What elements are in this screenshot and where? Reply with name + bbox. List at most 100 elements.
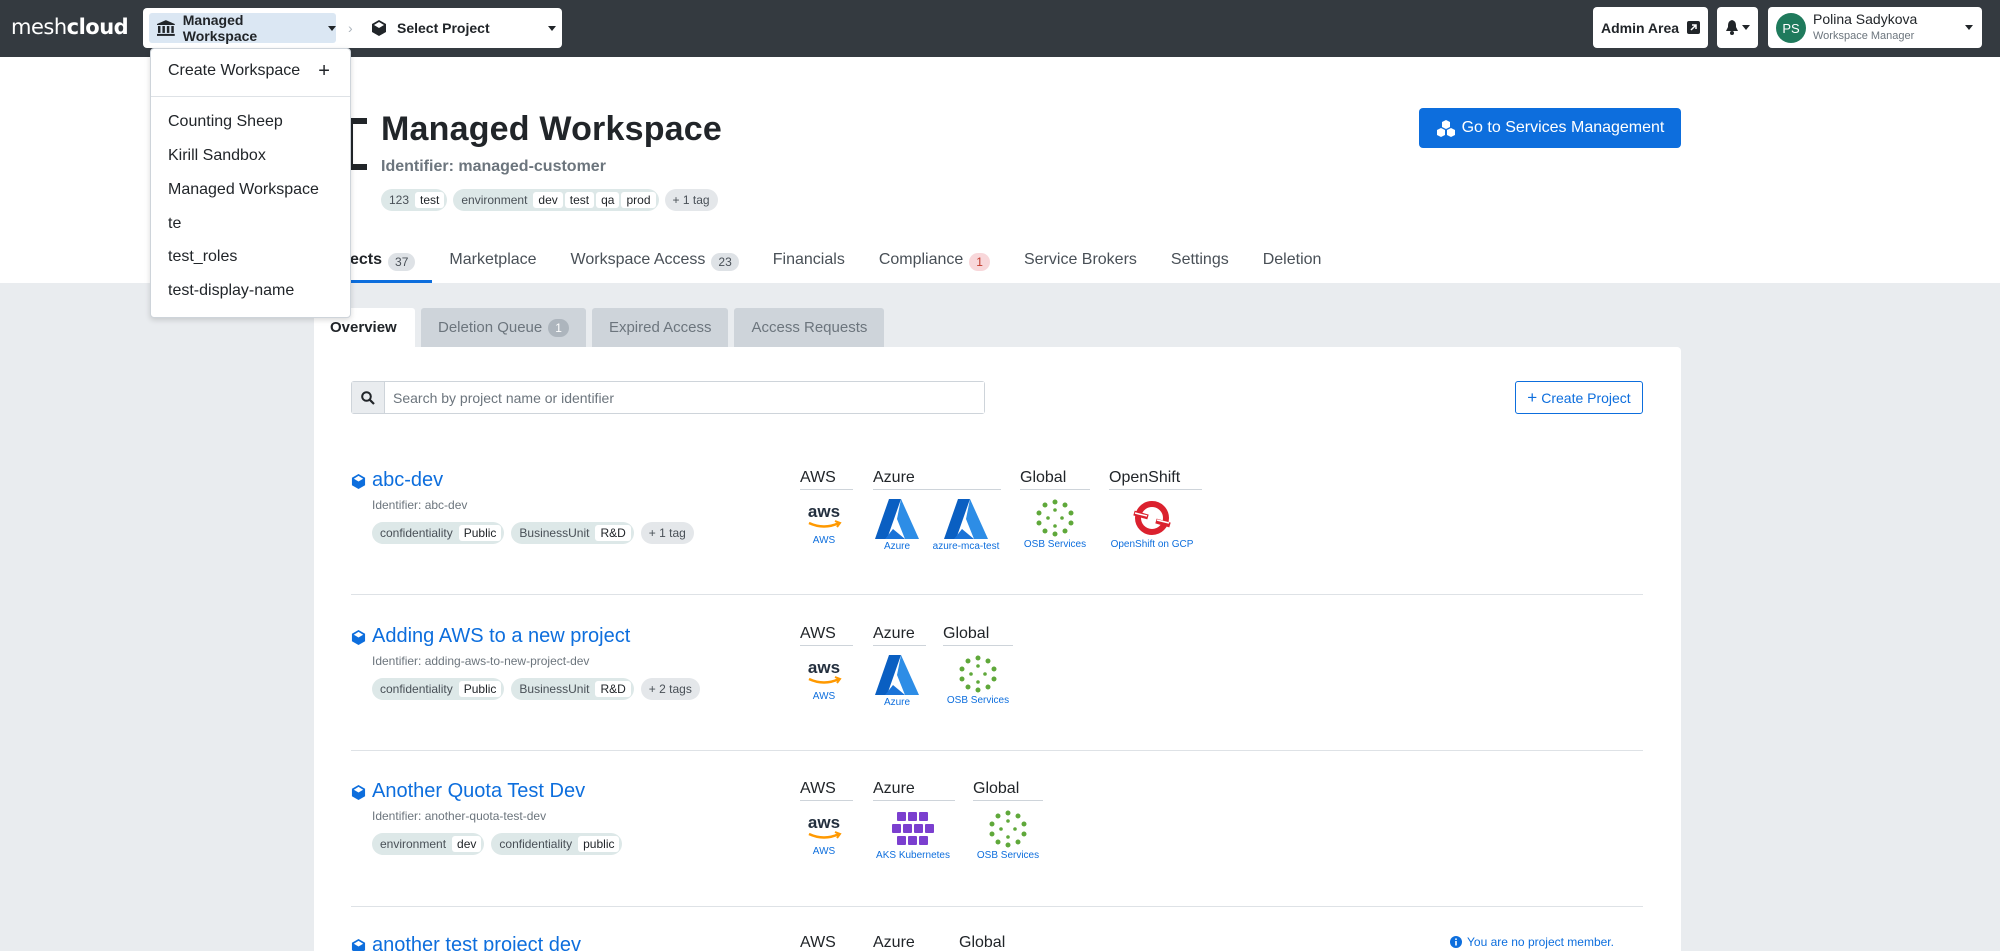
aws-logo-icon: aws: [808, 813, 842, 839]
divider: [351, 906, 1643, 907]
chevron-down-icon: [547, 25, 556, 31]
tab-financials[interactable]: Financials: [756, 244, 862, 283]
subtab-deletion-queue[interactable]: Deletion Queue 1: [421, 308, 586, 347]
workspace-selector-button[interactable]: Managed Workspace: [149, 12, 336, 44]
platform-group-openshift: OpenShift OpenShift on GCP: [1109, 469, 1202, 550]
aws-logo-icon: aws: [808, 502, 842, 528]
platform-link[interactable]: Azure: [873, 499, 921, 552]
not-member-notice: You are no project member.: [1450, 935, 1614, 949]
platform-group-global: Global: [959, 934, 1029, 951]
workspace-item[interactable]: te: [168, 215, 181, 233]
avatar: PS: [1776, 13, 1806, 43]
tab-workspace-access[interactable]: Workspace Access 23: [554, 244, 756, 283]
workspace-item[interactable]: test-display-name: [168, 282, 294, 300]
platform-group-aws: AWS aws AWS: [800, 625, 853, 702]
user-role: Workspace Manager: [1813, 30, 1915, 42]
platform-link[interactable]: aws AWS: [800, 810, 848, 857]
platform-group-aws: AWS aws AWS: [800, 780, 853, 857]
tag: BusinessUnit R&D: [511, 522, 634, 544]
platform-group-global: Global OSB Services: [1020, 469, 1090, 550]
more-tags-badge[interactable]: + 2 tags: [640, 678, 700, 700]
chevron-down-icon: [1742, 25, 1750, 30]
project-name-link[interactable]: Another Quota Test Dev: [372, 780, 585, 803]
more-tags-badge[interactable]: + 1 tag: [664, 189, 718, 211]
search-input[interactable]: [385, 382, 984, 413]
subtab-expired-access[interactable]: Expired Access: [591, 308, 729, 347]
platform-group-azure: Azure AKS Kubernetes: [873, 780, 955, 861]
project-row: abc-dev Identifier: abc-dev confidential…: [351, 469, 1643, 596]
workspace-tabs: ects 37 Marketplace Workspace Access 23 Fi…: [320, 244, 1338, 283]
user-name: Polina Sadykova: [1813, 11, 1918, 27]
meshcloud-logo[interactable]: meshcloud: [11, 15, 129, 39]
project-tags: environment dev confidentiality public: [372, 833, 623, 855]
osb-logo-icon: [959, 655, 997, 693]
platform-link[interactable]: AKS Kubernetes: [873, 810, 953, 861]
admin-area-button[interactable]: Admin Area: [1593, 7, 1708, 48]
tag: environment dev: [372, 833, 485, 855]
cube-icon: [351, 785, 366, 800]
tag: environment dev test qa prod: [453, 189, 659, 211]
notifications-button[interactable]: [1717, 7, 1758, 48]
workspace-dropdown-menu: Create Workspace + Counting Sheep Kirill…: [150, 48, 351, 318]
more-tags-badge[interactable]: + 1 tag: [640, 522, 694, 544]
page-title: Managed Workspace: [381, 110, 722, 148]
subtab-access-requests[interactable]: Access Requests: [734, 308, 885, 347]
tab-deletion[interactable]: Deletion: [1246, 244, 1339, 283]
platform-group-aws: AWS aws AWS: [800, 469, 853, 546]
project-name-link[interactable]: Adding AWS to a new project: [372, 625, 630, 648]
project-identifier: Identifier: adding-aws-to-new-project-de…: [372, 654, 590, 668]
cube-icon: [351, 939, 366, 951]
tab-marketplace[interactable]: Marketplace: [432, 244, 553, 283]
tab-compliance[interactable]: Compliance 1: [862, 244, 1007, 283]
project-tags: confidentiality Public BusinessUnit R&D + …: [372, 522, 694, 544]
plus-icon: +: [1527, 387, 1538, 407]
project-selector-button[interactable]: Select Project: [367, 13, 557, 43]
divider: [351, 750, 1643, 751]
info-icon: [1450, 936, 1462, 948]
osb-logo-icon: [989, 810, 1027, 848]
project-name-link[interactable]: abc-dev: [372, 469, 443, 492]
cube-icon: [351, 474, 366, 489]
workspace-item[interactable]: Managed Workspace: [168, 181, 319, 199]
user-menu[interactable]: PS Polina Sadykova Workspace Manager: [1768, 7, 1982, 48]
tag: confidentiality public: [491, 833, 623, 855]
divider: [151, 96, 350, 97]
tag: 123 test: [381, 189, 448, 211]
bank-icon: [157, 20, 175, 36]
platform-group-global: Global OSB Services: [943, 625, 1013, 706]
platform-link[interactable]: aws AWS: [800, 655, 848, 702]
svg-text:aws: aws: [808, 813, 840, 832]
tag: confidentiality Public: [372, 678, 505, 700]
search-icon: [352, 382, 385, 413]
svg-text:aws: aws: [808, 658, 840, 677]
platform-link[interactable]: OSB Services: [973, 810, 1043, 861]
platform-link[interactable]: aws AWS: [800, 499, 848, 546]
openshift-logo-icon: [1133, 501, 1171, 535]
project-name-link[interactable]: another test project dev: [372, 934, 581, 951]
platform-link[interactable]: OSB Services: [1020, 499, 1090, 550]
platform-link[interactable]: OpenShift on GCP: [1109, 499, 1195, 550]
create-workspace-item[interactable]: Create Workspace +: [168, 60, 330, 82]
bell-icon: [1726, 20, 1738, 35]
workspace-item[interactable]: Kirill Sandbox: [168, 147, 266, 165]
workspace-item[interactable]: Counting Sheep: [168, 113, 283, 131]
platform-link[interactable]: azure-mca-test: [931, 499, 1001, 552]
tag: confidentiality Public: [372, 522, 505, 544]
project-row: Adding AWS to a new project Identifier: …: [351, 625, 1643, 751]
plus-icon: +: [318, 60, 330, 82]
chevron-down-icon: [1965, 25, 1973, 30]
create-project-button[interactable]: + Create Project: [1515, 381, 1643, 414]
project-search: [351, 381, 985, 414]
workspace-selector-label: Managed Workspace: [182, 12, 258, 44]
project-identifier: Identifier: abc-dev: [372, 498, 468, 512]
tab-settings[interactable]: Settings: [1154, 244, 1246, 283]
workspace-item[interactable]: test_roles: [168, 248, 237, 266]
platform-link[interactable]: OSB Services: [943, 655, 1013, 706]
azure-logo-icon: [875, 499, 919, 539]
tab-service-brokers[interactable]: Service Brokers: [1007, 244, 1154, 283]
context-selector: Managed Workspace › Select Project: [143, 8, 562, 48]
services-management-button[interactable]: Go to Services Management: [1419, 108, 1681, 148]
project-row: Another Quota Test Dev Identifier: anoth…: [351, 780, 1643, 907]
platform-link[interactable]: Azure: [873, 655, 921, 708]
platform-group-aws: AWS: [800, 934, 853, 951]
